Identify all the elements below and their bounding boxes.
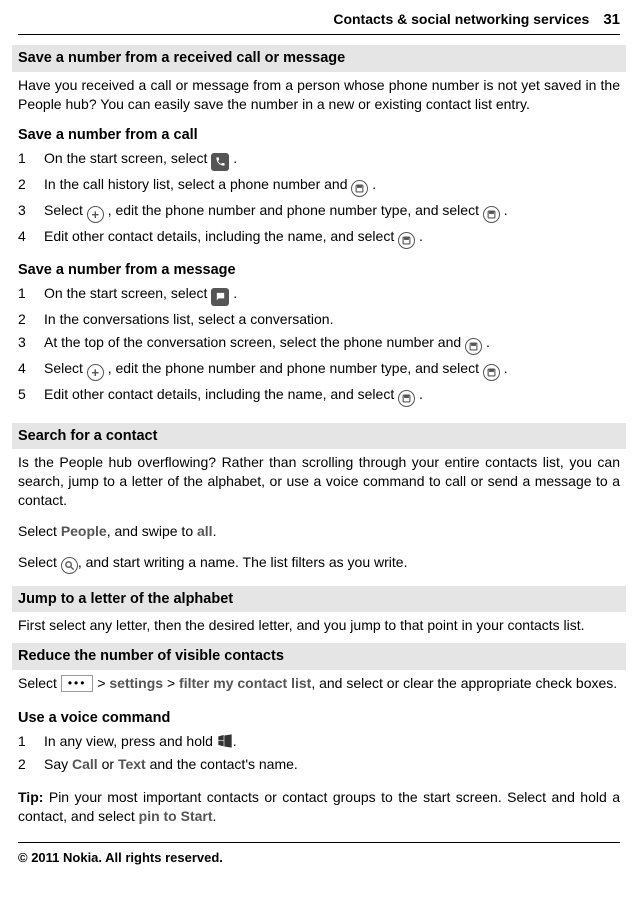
pin-to-start-link: pin to Start xyxy=(139,808,213,824)
search-icon xyxy=(61,557,78,574)
people-link: People xyxy=(61,523,107,539)
intro-search-contact: Is the People hub overflowing? Rather th… xyxy=(18,453,620,510)
save-icon xyxy=(483,364,500,381)
list-item: 4 Edit other contact details, including … xyxy=(18,225,620,251)
tip-block: Tip: Pin your most important contacts or… xyxy=(18,788,620,826)
list-item: 5 Edit other contact details, including … xyxy=(18,383,620,409)
select-people-line: Select People, and swipe to all. xyxy=(18,522,620,541)
save-icon xyxy=(483,206,500,223)
body-reduce-visible: Select ••• > settings > filter my contac… xyxy=(18,674,620,693)
list-item: 2 In the conversations list, select a co… xyxy=(18,308,620,331)
tip-label: Tip: xyxy=(18,789,49,805)
messaging-tile-icon xyxy=(211,288,229,306)
steps-voice-command: 1 In any view, press and hold . 2 Say Ca… xyxy=(18,730,620,776)
list-item: 3 Select + , edit the phone number and p… xyxy=(18,199,620,225)
list-item: 2 Say Call or Text and the contact's nam… xyxy=(18,753,620,776)
list-item: 1 In any view, press and hold . xyxy=(18,730,620,753)
call-word: Call xyxy=(72,756,98,772)
header-title: Contacts & social networking services xyxy=(333,10,589,29)
list-item: 3 At the top of the conversation screen,… xyxy=(18,331,620,357)
search-line: Select , and start writing a name. The l… xyxy=(18,553,620,574)
steps-save-message: 1 On the start screen, select . 2 In the… xyxy=(18,282,620,408)
heading-jump-letter: Jump to a letter of the alphabet xyxy=(12,586,626,613)
save-icon xyxy=(465,338,482,355)
heading-save-number: Save a number from a received call or me… xyxy=(12,45,626,72)
filter-link: filter my contact list xyxy=(179,675,311,691)
phone-tile-icon xyxy=(211,153,229,171)
subhead-save-message: Save a number from a message xyxy=(18,261,620,281)
all-link: all xyxy=(197,523,213,539)
list-item: 2 In the call history list, select a pho… xyxy=(18,173,620,199)
save-icon xyxy=(398,232,415,249)
list-item: 4 Select + , edit the phone number and p… xyxy=(18,357,620,383)
heading-search-contact: Search for a contact xyxy=(12,423,626,450)
save-icon xyxy=(351,180,368,197)
text-word: Text xyxy=(118,756,146,772)
page-number: 31 xyxy=(603,10,620,30)
windows-icon xyxy=(217,734,233,748)
page-header: Contacts & social networking services 31 xyxy=(18,10,620,35)
ellipsis-icon: ••• xyxy=(61,675,94,692)
plus-icon: + xyxy=(87,206,104,223)
plus-icon: + xyxy=(87,364,104,381)
steps-save-call: 1 On the start screen, select . 2 In the… xyxy=(18,147,620,251)
heading-reduce-visible: Reduce the number of visible contacts xyxy=(12,643,626,670)
subhead-voice-command: Use a voice command xyxy=(18,709,620,729)
footer-copyright: © 2011 Nokia. All rights reserved. xyxy=(18,842,620,867)
list-item: 1 On the start screen, select . xyxy=(18,147,620,173)
body-jump-letter: First select any letter, then the desire… xyxy=(18,616,620,635)
intro-save-number: Have you received a call or message from… xyxy=(18,76,620,114)
save-icon xyxy=(398,390,415,407)
list-item: 1 On the start screen, select . xyxy=(18,282,620,308)
subhead-save-call: Save a number from a call xyxy=(18,126,620,146)
settings-link: settings xyxy=(109,675,163,691)
